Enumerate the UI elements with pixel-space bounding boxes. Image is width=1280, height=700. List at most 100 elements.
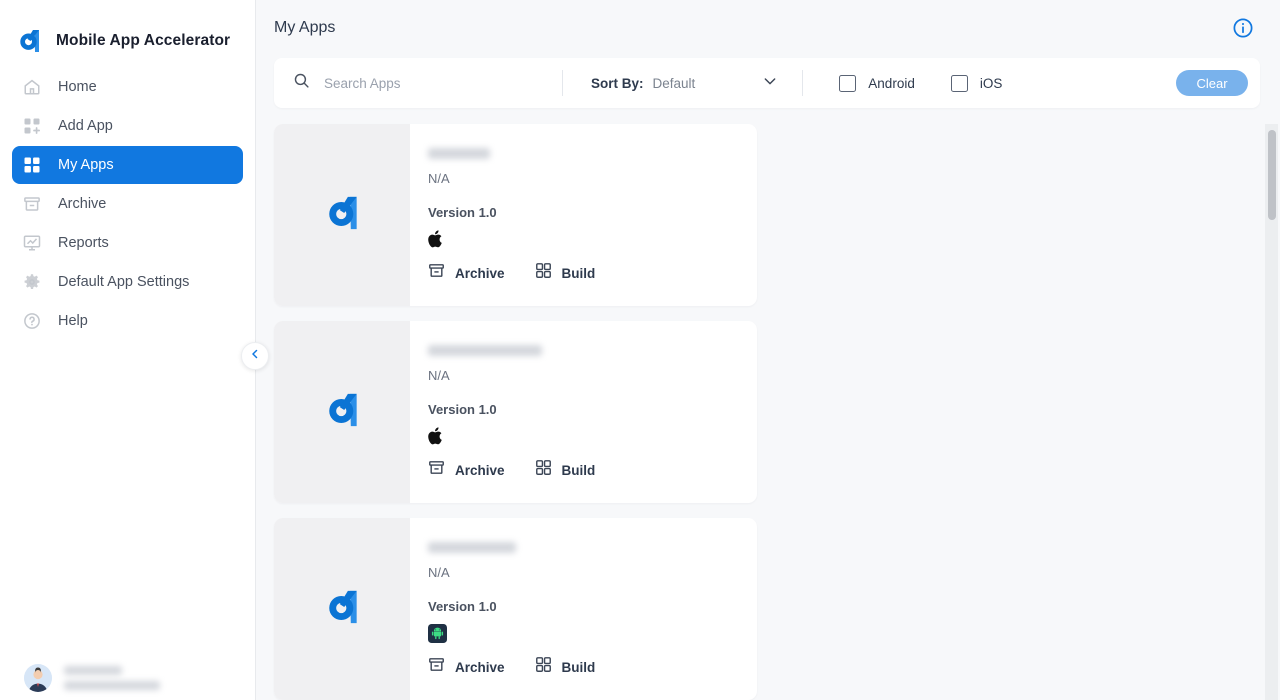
sidebar-item-home[interactable]: Home	[12, 68, 243, 106]
sidebar-item-reports[interactable]: Reports	[12, 224, 243, 262]
sidebar-item-label: Add App	[58, 117, 113, 134]
sort-by-label: Sort By:	[591, 75, 644, 91]
apple-icon	[428, 228, 757, 250]
user-text	[64, 666, 160, 690]
home-icon	[22, 77, 42, 97]
archive-label: Archive	[455, 462, 505, 478]
accelerator-logo-icon	[320, 191, 364, 240]
app-card-body: N/A Version 1.0 Archive Build	[410, 321, 757, 503]
filter-android[interactable]: Android	[839, 74, 915, 92]
sidebar-item-default-app-settings[interactable]: Default App Settings	[12, 263, 243, 301]
grid-dots-icon	[535, 656, 552, 678]
sidebar-item-add-app[interactable]: Add App	[12, 107, 243, 145]
app-root: Mobile App Accelerator Home Add App My A…	[0, 0, 1280, 700]
app-subtitle: N/A	[428, 565, 450, 580]
app-thumbnail	[274, 124, 410, 306]
vertical-scrollbar[interactable]	[1265, 124, 1278, 700]
app-card-actions: Archive Build	[428, 656, 757, 678]
archive-action[interactable]: Archive	[428, 459, 505, 481]
archive-action[interactable]: Archive	[428, 262, 505, 284]
filter-toolbar: Sort By: Default Android iOS	[274, 58, 1260, 108]
brand-title: Mobile App Accelerator	[56, 32, 231, 49]
chevron-left-icon	[249, 347, 261, 365]
build-action[interactable]: Build	[535, 656, 596, 678]
avatar	[24, 664, 52, 692]
brand: Mobile App Accelerator	[0, 0, 255, 62]
filter-label: iOS	[979, 75, 1003, 91]
app-version: Version 1.0	[428, 599, 497, 614]
app-card-actions: Archive Build	[428, 262, 757, 284]
archive-box-icon	[428, 459, 445, 481]
sidebar-item-label: My Apps	[58, 156, 114, 173]
archive-box-icon	[22, 194, 42, 214]
app-card-body: N/A Version 1.0 Archive Build	[410, 124, 757, 306]
app-card[interactable]: N/A Version 1.0 Archive Build	[274, 518, 757, 700]
filter-ios[interactable]: iOS	[950, 74, 1003, 92]
accelerator-logo-icon	[14, 26, 44, 56]
grid-icon	[22, 155, 42, 175]
search-area	[274, 72, 562, 94]
chevron-down-icon[interactable]	[762, 73, 778, 94]
accelerator-logo-icon	[320, 388, 364, 437]
app-thumbnail	[274, 321, 410, 503]
archive-box-icon	[428, 262, 445, 284]
sidebar-collapse-button[interactable]	[241, 342, 269, 370]
app-list: N/A Version 1.0 Archive Build N/A Versio…	[274, 124, 1260, 700]
sidebar-item-label: Default App Settings	[58, 273, 190, 290]
sidebar-nav: Home Add App My Apps Archive Reports Def…	[0, 68, 255, 340]
app-subtitle: N/A	[428, 368, 450, 383]
app-version: Version 1.0	[428, 402, 497, 417]
app-card[interactable]: N/A Version 1.0 Archive Build	[274, 124, 757, 306]
archive-label: Archive	[455, 265, 505, 281]
sidebar-item-label: Archive	[58, 195, 107, 212]
search-input[interactable]	[324, 75, 524, 91]
gear-icon	[22, 272, 42, 292]
sidebar-item-label: Help	[58, 312, 88, 329]
page-title: My Apps	[274, 19, 336, 36]
user-name	[64, 666, 122, 675]
app-name	[428, 345, 542, 356]
build-label: Build	[561, 462, 596, 478]
build-label: Build	[561, 659, 596, 675]
app-name	[428, 542, 516, 553]
clear-button[interactable]: Clear	[1176, 70, 1248, 96]
scrollbar-thumb[interactable]	[1267, 130, 1276, 220]
build-label: Build	[561, 265, 596, 281]
build-action[interactable]: Build	[535, 262, 596, 284]
user-email	[64, 681, 160, 690]
top-bar: My Apps	[256, 0, 1280, 56]
sidebar: Mobile App Accelerator Home Add App My A…	[0, 0, 269, 700]
reports-chart-icon	[22, 233, 42, 253]
sidebar-item-label: Home	[58, 78, 97, 95]
checkbox-android[interactable]	[839, 74, 857, 92]
android-icon	[428, 622, 757, 644]
checkbox-ios[interactable]	[950, 74, 968, 92]
user-profile[interactable]	[0, 664, 256, 692]
archive-action[interactable]: Archive	[428, 656, 505, 678]
help-circle-icon	[22, 311, 42, 331]
filter-label: Android	[868, 75, 915, 91]
add-app-grid-icon	[22, 116, 42, 136]
archive-label: Archive	[455, 659, 505, 675]
sidebar-item-label: Reports	[58, 234, 109, 251]
sidebar-item-help[interactable]: Help	[12, 302, 243, 340]
search-icon	[293, 72, 310, 94]
sidebar-item-archive[interactable]: Archive	[12, 185, 243, 223]
info-circle-icon[interactable]	[1232, 17, 1254, 39]
build-action[interactable]: Build	[535, 459, 596, 481]
grid-dots-icon	[535, 459, 552, 481]
apple-icon	[428, 425, 757, 447]
app-name	[428, 148, 490, 159]
grid-dots-icon	[535, 262, 552, 284]
accelerator-logo-icon	[320, 585, 364, 634]
archive-box-icon	[428, 656, 445, 678]
app-thumbnail	[274, 518, 410, 700]
sort-by-control[interactable]: Sort By: Default	[563, 73, 778, 94]
platform-filters: Android iOS	[803, 74, 1003, 92]
app-card-body: N/A Version 1.0 Archive Build	[410, 518, 757, 700]
sort-by-value: Default	[652, 75, 696, 91]
app-card[interactable]: N/A Version 1.0 Archive Build	[274, 321, 757, 503]
app-version: Version 1.0	[428, 205, 497, 220]
app-subtitle: N/A	[428, 171, 450, 186]
sidebar-item-my-apps[interactable]: My Apps	[12, 146, 243, 184]
